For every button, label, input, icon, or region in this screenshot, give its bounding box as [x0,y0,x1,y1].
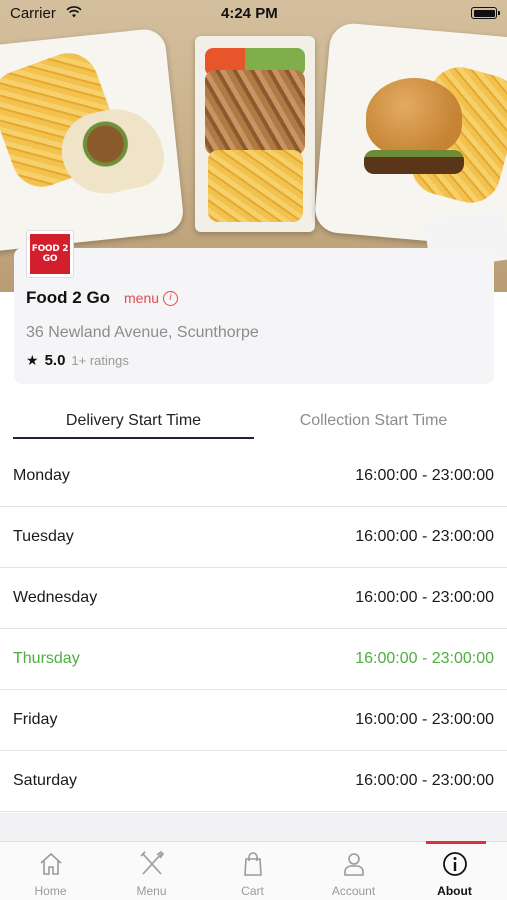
status-time: 4:24 PM [221,5,278,22]
restaurant-name: Food 2 Go [26,288,111,307]
restaurant-logo: FOOD 2 GO [26,230,74,278]
schedule-day: Friday [13,711,58,728]
schedule-hours: 16:00:00 - 23:00:00 [355,528,494,545]
rating-row: ★ 5.0 1+ ratings [26,352,129,369]
tab-home[interactable]: Home [0,842,101,900]
active-tab-indicator-bar [426,841,486,844]
active-tab-indicator [13,437,254,439]
carrier-label: Carrier [10,5,56,22]
shopping-bag-icon [243,852,262,876]
schedule-hours: 16:00:00 - 23:00:00 [355,589,494,606]
logo-text: FOOD 2 GO [30,234,70,274]
tab-account[interactable]: Account [303,842,404,900]
star-icon: ★ [26,352,39,368]
menu-link[interactable]: menu i [124,290,179,306]
schedule-row-today: Thursday 16:00:00 - 23:00:00 [0,629,507,690]
tab-collection-start-time[interactable]: Collection Start Time [253,412,494,430]
schedule-day: Monday [13,467,70,484]
schedule-row: Saturday 16:00:00 - 23:00:00 [0,751,507,812]
app-screen: Carrier 4:24 PM FOOD 2 GO Food 2 Go menu… [0,0,507,900]
schedule-day: Tuesday [13,528,74,545]
schedule-hours: 16:00:00 - 23:00:00 [355,711,494,728]
info-icon: i [163,290,179,306]
schedule-day: Saturday [13,772,78,789]
tab-label: Cart [241,884,264,898]
schedule-row: Friday 16:00:00 - 23:00:00 [0,690,507,751]
burger-patty [364,150,464,174]
home-icon [39,852,62,875]
status-bar: Carrier 4:24 PM [0,0,507,28]
restaurant-address: 36 Newland Avenue, Scunthorpe [26,324,259,341]
battery-icon [471,7,500,19]
burger-bun [366,78,462,156]
person-icon [343,853,364,876]
kebab-meat [205,70,305,155]
utensils-icon [139,850,164,875]
bottom-tab-bar: Home Menu Cart Account About [0,841,507,900]
tab-label: Home [34,884,67,898]
tab-label: About [437,884,472,898]
fries-middle [208,150,303,222]
tab-menu[interactable]: Menu [101,842,202,900]
tab-label: Account [331,884,376,898]
schedule-row: Tuesday 16:00:00 - 23:00:00 [0,507,507,568]
rating-value: 5.0 [44,352,66,369]
schedule-hours: 16:00:00 - 23:00:00 [355,772,494,789]
schedule-day: Thursday [13,650,80,667]
opening-hours-list: Monday 16:00:00 - 23:00:00 Tuesday 16:00… [0,446,507,812]
schedule-hours: 16:00:00 - 23:00:00 [355,650,494,667]
content-spacer [0,813,507,841]
schedule-day: Wednesday [13,589,98,606]
schedule-row: Monday 16:00:00 - 23:00:00 [0,446,507,507]
schedule-row: Wednesday 16:00:00 - 23:00:00 [0,568,507,629]
tab-about[interactable]: About [404,842,505,900]
schedule-tabs: Delivery Start Time Collection Start Tim… [0,400,507,442]
rating-count: 1+ ratings [71,353,129,368]
menu-link-label: menu [124,290,160,306]
tab-label: Menu [136,884,167,898]
restaurant-info-card: FOOD 2 GO Food 2 Go menu i 36 Newland Av… [14,230,494,384]
tab-delivery-start-time[interactable]: Delivery Start Time [13,412,254,430]
tab-cart[interactable]: Cart [202,842,303,900]
schedule-hours: 16:00:00 - 23:00:00 [355,467,494,484]
wifi-icon [66,6,82,18]
info-circle-icon [442,852,467,876]
